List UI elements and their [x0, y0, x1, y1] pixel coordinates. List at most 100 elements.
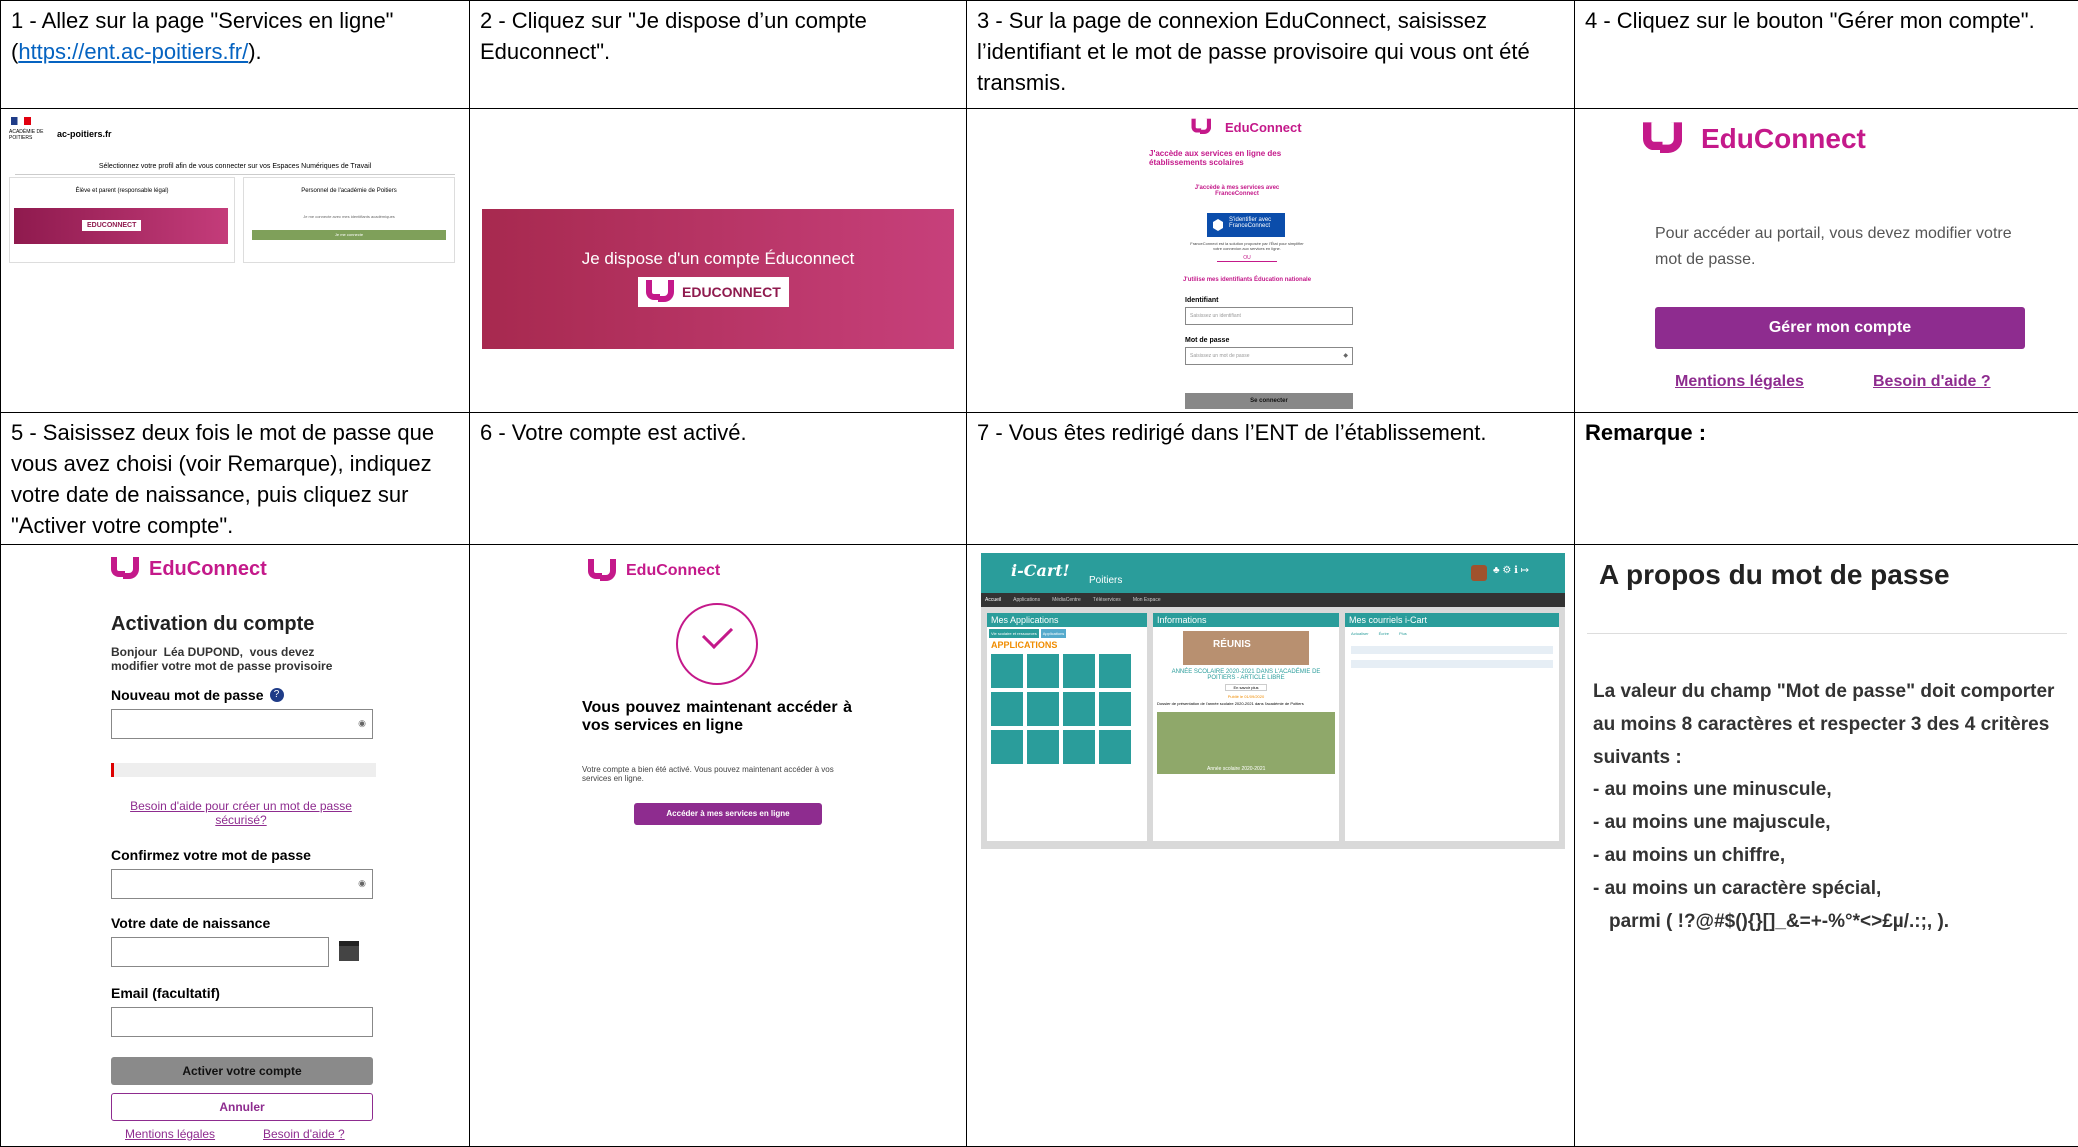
remark-title: A propos du mot de passe: [1599, 559, 1950, 591]
profile-heading: Sélectionnez votre profil afin de vous c…: [15, 163, 455, 175]
tab-applications[interactable]: Applications: [1041, 629, 1067, 638]
step-4-text: 4 - Cliquez sur le bouton "Gérer mon com…: [1575, 1, 2078, 36]
educonnect-logo-icon: [646, 280, 676, 304]
manage-account-button[interactable]: Gérer mon compte: [1655, 307, 2025, 349]
educonnect-logo-icon: [1192, 119, 1213, 136]
help-link[interactable]: Besoin d'aide ?: [263, 1127, 345, 1141]
user-actions-icons[interactable]: ♣ ⚙ ℹ ↦: [1493, 565, 1529, 576]
app-tile[interactable]: [991, 654, 1023, 688]
app-tile[interactable]: [1027, 692, 1059, 726]
nav-accueil[interactable]: Accueil: [985, 593, 1001, 607]
password-help-link[interactable]: Besoin d'aide pour créer un mot de passe…: [121, 799, 361, 827]
mail-item[interactable]: [1351, 646, 1553, 654]
remark-intro: La valeur du champ "Mot de passe" doit c…: [1593, 675, 2069, 774]
screenshot-7-cell: i-Cart! Poitiers ♣ ⚙ ℹ ↦ Accueil Applica…: [967, 545, 1575, 1147]
special-chars: parmi ( !?@#$(){}[]_&=+-%°*<>£µ/.:;, ).: [1593, 905, 1949, 938]
mail-panel-title: Mes courriels i-Cart: [1345, 613, 1559, 627]
educonnect-banner[interactable]: Je dispose d'un compte Éduconnect EDUCON…: [482, 209, 954, 349]
educonnect-brand: EduConnect: [149, 558, 267, 581]
franceconnect-button[interactable]: S'identifier avec FranceConnect: [1207, 213, 1285, 237]
help-circle-icon[interactable]: ?: [270, 688, 284, 702]
user-avatar[interactable]: [1471, 565, 1487, 581]
show-password-icon[interactable]: ◆: [1343, 352, 1348, 359]
app-tile[interactable]: [991, 692, 1023, 726]
instructions-table: 1 - Allez sur la page "Services en ligne…: [0, 0, 2078, 1147]
confirm-password-input[interactable]: ◉: [111, 869, 373, 899]
eleve-card: Élève et parent (responsable légal) EDUC…: [9, 177, 235, 263]
step-3-cell: 3 - Sur la page de connexion EduConnect,…: [967, 1, 1575, 109]
cancel-button[interactable]: Annuler: [111, 1093, 373, 1121]
step-2-cell: 2 - Cliquez sur "Je dispose d’un compte …: [470, 1, 967, 109]
app-tile[interactable]: [1027, 730, 1059, 764]
calendar-icon[interactable]: [339, 941, 359, 961]
refresh-mail-button[interactable]: Actualiser: [1351, 631, 1369, 636]
access-services-button[interactable]: Accéder à mes services en ligne: [634, 803, 822, 825]
academie-label: ACADÉMIE DE POITIERS: [9, 129, 45, 141]
fc-note: FranceConnect est la solution proposée p…: [1187, 241, 1307, 251]
identifiant-input[interactable]: Saisissez un identifiant: [1185, 307, 1353, 325]
nav-mediacentre[interactable]: MédiaCentre: [1052, 593, 1081, 607]
password-strength-bar: [111, 763, 376, 777]
login-title: J'accède aux services en ligne des établ…: [1149, 149, 1319, 167]
en-intro: J'utilise mes identifiants Éducation nat…: [1157, 277, 1337, 283]
email-input[interactable]: [111, 1007, 373, 1037]
services-en-ligne-link[interactable]: https://ent.ac-poitiers.fr/: [18, 39, 248, 64]
app-tile[interactable]: [991, 730, 1023, 764]
nav-mon-espace[interactable]: Mon Espace: [1133, 593, 1161, 607]
educonnect-logo-icon: [111, 557, 141, 581]
activation-title: Activation du compte: [111, 613, 314, 636]
login-button[interactable]: Se connecter: [1185, 393, 1353, 409]
app-tile[interactable]: [1099, 654, 1131, 688]
marianne-logo: [11, 117, 31, 125]
screenshot-3-cell: EduConnect J'accède aux services en lign…: [967, 109, 1575, 413]
app-tile[interactable]: [1099, 692, 1131, 726]
write-mail-button[interactable]: Écrire: [1379, 631, 1389, 636]
step-4-cell: 4 - Cliquez sur le bouton "Gérer mon com…: [1575, 1, 2078, 109]
apps-panel: Mes Applications Vie scolaire et ressour…: [987, 613, 1147, 841]
activate-button[interactable]: Activer votre compte: [111, 1057, 373, 1085]
legal-link[interactable]: Mentions légales: [125, 1127, 215, 1141]
info-panel-title: Informations: [1153, 613, 1339, 627]
educonnect-choice-button[interactable]: EDUCONNECT: [14, 208, 228, 244]
ou-separator: OU: [1217, 255, 1277, 262]
fc-intro: J'accède à mes services avec FranceConne…: [1177, 185, 1297, 197]
app-tile[interactable]: [1063, 654, 1095, 688]
app-tile[interactable]: [1099, 730, 1131, 764]
screenshot-4-cell: EduConnect Pour accéder au portail, vous…: [1575, 109, 2078, 413]
mail-panel: Mes courriels i-Cart Actualiser Écrire P…: [1345, 613, 1559, 841]
news-title[interactable]: ANNÉE SCOLAIRE 2020-2021 DANS L'ACADÉMIE…: [1153, 669, 1339, 681]
news-more-button[interactable]: En savoir plus: [1225, 684, 1267, 691]
step-6-text: 6 - Votre compte est activé.: [470, 413, 966, 448]
apps-panel-title: Mes Applications: [987, 613, 1147, 627]
help-link[interactable]: Besoin d'aide ?: [1873, 373, 1991, 391]
app-tile[interactable]: [1063, 730, 1095, 764]
password-input[interactable]: Saisissez un mot de passe ◆: [1185, 347, 1353, 365]
news-desc: Dossier de présentation de l'année scola…: [1153, 699, 1339, 708]
personnel-card-title: Personnel de l'académie de Poitiers: [244, 188, 454, 194]
identifiant-label: Identifiant: [1185, 297, 1218, 304]
news-photo: Année scolaire 2020-2021: [1157, 712, 1335, 774]
educonnect-logo-icon: [1643, 122, 1685, 156]
mail-item[interactable]: [1351, 660, 1553, 668]
info-panel: Informations RÉUNIS ANNÉE SCOLAIRE 2020-…: [1153, 613, 1339, 841]
legal-link[interactable]: Mentions légales: [1675, 373, 1804, 391]
educonnect-logo-icon: [588, 559, 618, 583]
show-password-icon[interactable]: ◉: [358, 718, 366, 729]
new-password-label: Nouveau mot de passe: [111, 687, 264, 703]
tab-vie-scolaire[interactable]: Vie scolaire et ressources: [989, 629, 1039, 638]
franceconnect-icon: [1213, 219, 1223, 231]
show-password-icon[interactable]: ◉: [358, 878, 366, 889]
new-password-input[interactable]: ◉: [111, 709, 373, 739]
app-tile[interactable]: [1027, 654, 1059, 688]
nav-teleservices[interactable]: Téléservices: [1093, 593, 1121, 607]
step-1-text: 1 - Allez sur la page "Services en ligne…: [1, 1, 469, 67]
more-mail-button[interactable]: Plus: [1399, 631, 1407, 636]
rule-item: - au moins un chiffre,: [1593, 839, 1949, 872]
ent-nav: Accueil Applications MédiaCentre Téléser…: [981, 593, 1565, 607]
birth-date-input[interactable]: [111, 937, 329, 967]
step-3-text: 3 - Sur la page de connexion EduConnect,…: [967, 1, 1574, 98]
personnel-login-button[interactable]: Je me connecte: [252, 230, 446, 240]
app-tile[interactable]: [1063, 692, 1095, 726]
nav-applications[interactable]: Applications: [1013, 593, 1040, 607]
apps-heading: APPLICATIONS: [987, 640, 1147, 650]
